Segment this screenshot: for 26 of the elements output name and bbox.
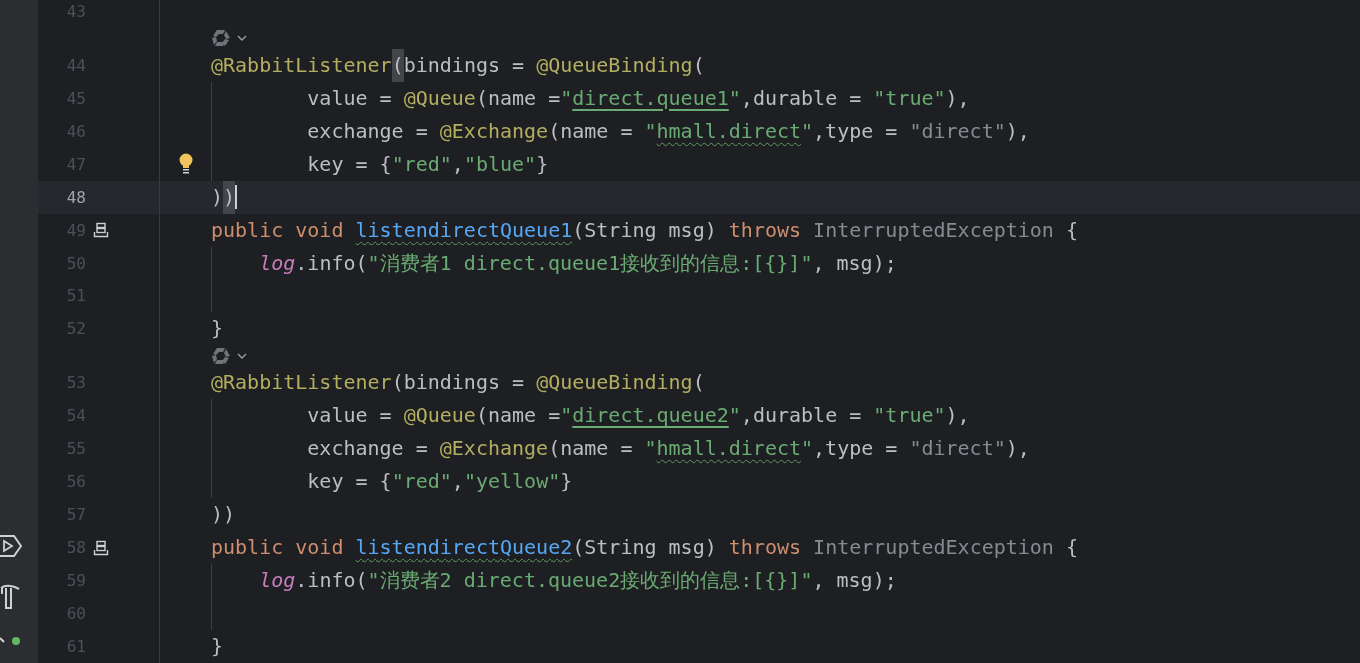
code-line: public void listendirectQueue1(String msg) throws InterruptedException {: [211, 216, 1078, 244]
hammer-icon[interactable]: [0, 584, 20, 610]
code-line: log.info("消费者2 direct.queue2接收到的信息:[{}]", msg);: [258, 567, 897, 595]
code-line: @RabbitListener(bindings = @QueueBinding(: [211, 369, 705, 397]
code-line: }: [211, 315, 224, 343]
lightbulb-icon[interactable]: [178, 153, 193, 176]
stack-icon[interactable]: [93, 222, 109, 239]
run-icon[interactable]: [0, 534, 22, 558]
status-dot-icon[interactable]: [0, 636, 20, 646]
chevron-down-icon[interactable]: [237, 352, 247, 359]
code-line: exchange = @Exchange(name = "hmall.direct",type = "direct"),: [306, 117, 1030, 145]
code-line: )): [211, 501, 236, 529]
code-line: }: [211, 633, 224, 660]
code-line: exchange = @Exchange(name = "hmall.direct",type = "direct"),: [306, 435, 1030, 463]
chevron-down-icon[interactable]: [237, 35, 247, 42]
code-line: log.info("消费者1 direct.queue1接收到的信息:[{}]", msg);: [258, 249, 897, 277]
text-caret: [235, 185, 238, 210]
code-line: public void listendirectQueue2(String msg) throws InterruptedException {: [211, 534, 1078, 562]
stack-icon[interactable]: [93, 539, 109, 556]
code-line: )): [211, 180, 236, 214]
code-line: value = @Queue(name ="direct.queue1",durable = "true"),: [306, 84, 970, 112]
line-number: 48: [65, 186, 86, 209]
code-line: @RabbitListener(bindings = @QueueBinding(: [211, 48, 705, 82]
code-line: value = @Queue(name ="direct.queue2",durable = "true"),: [306, 402, 970, 430]
code-line: key = {"red","blue"}: [306, 150, 549, 178]
code-line: key = {"red","yellow"}: [306, 468, 573, 496]
